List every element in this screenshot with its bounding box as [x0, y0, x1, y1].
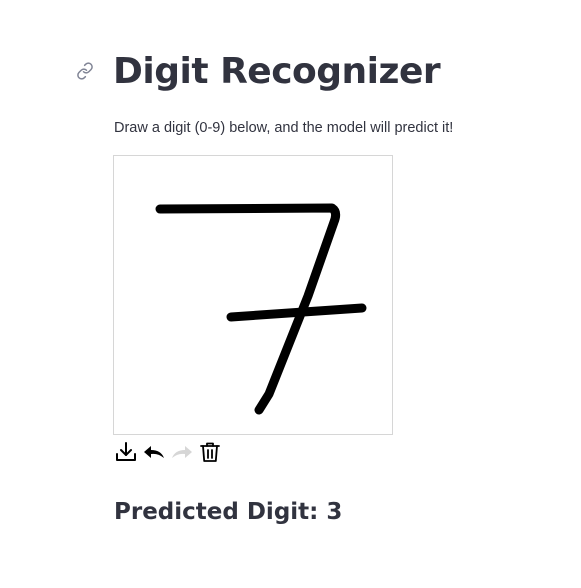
header-anchor-link[interactable] — [76, 62, 94, 80]
download-icon — [116, 442, 136, 461]
download-button[interactable] — [113, 439, 139, 465]
undo-button[interactable] — [141, 439, 167, 465]
predicted-digit-heading: Predicted Digit: 3 — [114, 499, 343, 525]
redo-icon — [172, 446, 192, 458]
trash-icon — [200, 442, 220, 462]
undo-icon — [144, 446, 164, 458]
page-description: Draw a digit (0-9) below, and the model … — [114, 120, 454, 136]
page-title: Digit Recognizer — [113, 51, 441, 92]
clear-canvas-button[interactable] — [197, 439, 223, 465]
drawn-digit-strokes — [155, 203, 367, 415]
canvas-toolbar — [113, 439, 223, 465]
drawing-canvas[interactable] — [113, 155, 393, 435]
link-icon — [77, 62, 93, 80]
redo-button[interactable] — [169, 439, 195, 465]
